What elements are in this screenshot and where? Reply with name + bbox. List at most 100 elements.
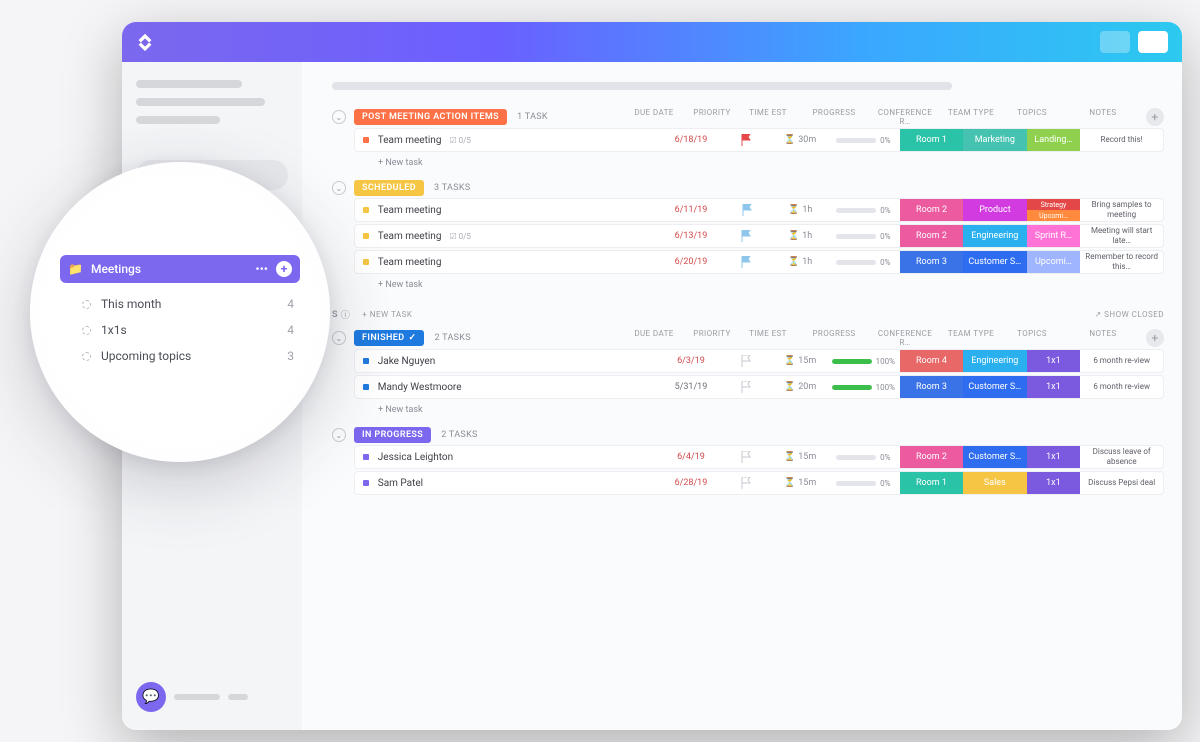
folder-row-meetings[interactable]: 📁 Meetings ••• + bbox=[60, 255, 300, 283]
task-title[interactable]: Mandy Westmoore bbox=[378, 382, 662, 393]
team-type-tag[interactable]: Customer S… bbox=[963, 376, 1026, 398]
progress-cell[interactable]: 0% bbox=[827, 206, 900, 215]
conference-room-tag[interactable]: Room 4 bbox=[900, 350, 963, 372]
progress-cell[interactable]: 0% bbox=[827, 453, 900, 462]
chat-icon[interactable]: 💬 bbox=[136, 682, 166, 712]
team-type-tag[interactable]: Marketing bbox=[963, 129, 1026, 151]
team-type-tag[interactable]: Customer S… bbox=[963, 251, 1026, 273]
priority-flag-icon[interactable] bbox=[720, 355, 774, 367]
collapse-icon[interactable]: ⌄ bbox=[332, 181, 346, 195]
task-row[interactable]: Team meeting 6/11/19 ⏳1h 0% Room 2 Produ… bbox=[354, 198, 1164, 222]
topic-tag[interactable]: Landing… bbox=[1027, 129, 1081, 151]
conference-room-tag[interactable]: Room 1 bbox=[900, 129, 963, 151]
header-button-2[interactable] bbox=[1138, 31, 1168, 53]
due-date[interactable]: 6/11/19 bbox=[662, 205, 719, 215]
priority-flag-icon[interactable] bbox=[720, 204, 774, 216]
time-estimate[interactable]: ⏳30m bbox=[773, 135, 827, 145]
collapse-icon[interactable]: ⌄ bbox=[332, 428, 346, 442]
team-type-tag[interactable]: Customer S… bbox=[963, 446, 1026, 468]
progress-cell[interactable]: 0% bbox=[827, 258, 900, 267]
conference-room-tag[interactable]: Room 2 bbox=[900, 446, 963, 468]
header-button-1[interactable] bbox=[1100, 31, 1130, 53]
status-pill[interactable]: POST MEETING ACTION ITEMS bbox=[354, 109, 507, 125]
due-date[interactable]: 6/4/19 bbox=[662, 452, 719, 462]
folder-list-item[interactable]: Upcoming topics 3 bbox=[60, 343, 300, 369]
task-title[interactable]: Sam Patel bbox=[378, 478, 662, 489]
task-row[interactable]: Team meeting☑ 0/5 6/13/19 ⏳1h 0% Room 2 … bbox=[354, 224, 1164, 248]
task-row[interactable]: Team meeting 6/20/19 ⏳1h 0% Room 3 Custo… bbox=[354, 250, 1164, 274]
progress-cell[interactable]: 0% bbox=[827, 479, 900, 488]
team-type-tag[interactable]: Engineering bbox=[963, 350, 1026, 372]
priority-flag-icon[interactable] bbox=[720, 134, 774, 146]
priority-flag-icon[interactable] bbox=[720, 477, 774, 489]
folder-list-item[interactable]: This month 4 bbox=[60, 291, 300, 317]
task-title[interactable]: Team meeting☑ 0/5 bbox=[378, 135, 662, 146]
time-estimate[interactable]: ⏳1h bbox=[773, 205, 827, 215]
conference-room-tag[interactable]: Room 3 bbox=[900, 251, 963, 273]
more-icon[interactable]: ••• bbox=[255, 262, 268, 276]
task-title[interactable]: Jake Nguyen bbox=[378, 356, 662, 367]
show-closed-button[interactable]: ↗ SHOW CLOSED bbox=[1094, 310, 1164, 319]
status-pill[interactable]: FINISHED bbox=[354, 330, 424, 346]
time-estimate[interactable]: ⏳15m bbox=[773, 452, 827, 462]
due-date[interactable]: 6/20/19 bbox=[662, 257, 719, 267]
new-task-button[interactable]: + New task bbox=[378, 405, 1164, 415]
add-column-button[interactable]: + bbox=[1146, 329, 1164, 347]
progress-cell[interactable]: 100% bbox=[827, 383, 900, 392]
time-estimate[interactable]: ⏳15m bbox=[773, 356, 827, 366]
new-task-button[interactable]: + New task bbox=[378, 158, 1164, 168]
time-estimate[interactable]: ⏳1h bbox=[773, 257, 827, 267]
due-date[interactable]: 6/28/19 bbox=[662, 478, 719, 488]
new-task-button[interactable]: + New task bbox=[378, 280, 1164, 290]
collapse-icon[interactable]: ⌄ bbox=[332, 110, 346, 124]
task-row[interactable]: Jake Nguyen 6/3/19 ⏳15m 100% Room 4 Engi… bbox=[354, 349, 1164, 373]
notes-cell[interactable]: Record this! bbox=[1080, 135, 1163, 145]
task-row[interactable]: Team meeting☑ 0/5 6/18/19 ⏳30m 0% Room 1… bbox=[354, 128, 1164, 152]
topics-cell[interactable]: StrategyUpcomi… bbox=[1027, 199, 1081, 221]
notes-cell[interactable]: Meeting will start late… bbox=[1080, 226, 1163, 245]
topic-tag[interactable]: Strategy bbox=[1027, 199, 1081, 210]
topic-tag[interactable]: 1x1 bbox=[1027, 376, 1081, 398]
subtask-indicator[interactable]: ☑ 0/5 bbox=[449, 232, 470, 241]
conference-room-tag[interactable]: Room 3 bbox=[900, 376, 963, 398]
status-pill[interactable]: IN PROGRESS bbox=[354, 427, 431, 443]
info-icon[interactable]: ⓘ bbox=[341, 308, 351, 321]
conference-room-tag[interactable]: Room 2 bbox=[900, 199, 963, 221]
progress-cell[interactable]: 0% bbox=[827, 136, 900, 145]
due-date[interactable]: 6/18/19 bbox=[662, 135, 719, 145]
topic-tag[interactable]: 1x1 bbox=[1027, 472, 1081, 494]
due-date[interactable]: 6/3/19 bbox=[662, 356, 719, 366]
notes-cell[interactable]: 6 month re-view bbox=[1080, 356, 1163, 366]
task-row[interactable]: Jessica Leighton 6/4/19 ⏳15m 0% Room 2 C… bbox=[354, 445, 1164, 469]
status-pill[interactable]: SCHEDULED bbox=[354, 180, 424, 196]
notes-cell[interactable]: Remember to record this… bbox=[1080, 252, 1163, 271]
task-row[interactable]: Mandy Westmoore 5/31/19 ⏳20m 100% Room 3… bbox=[354, 375, 1164, 399]
time-estimate[interactable]: ⏳1h bbox=[773, 231, 827, 241]
notes-cell[interactable]: Bring samples to meeting bbox=[1080, 200, 1163, 219]
team-type-tag[interactable]: Product bbox=[963, 199, 1026, 221]
notes-cell[interactable]: 6 month re-view bbox=[1080, 382, 1163, 392]
notes-cell[interactable]: Discuss Pepsi deal bbox=[1080, 478, 1163, 488]
topic-tag[interactable]: Sprint R… bbox=[1027, 225, 1081, 247]
add-column-button[interactable]: + bbox=[1146, 108, 1164, 126]
task-title[interactable]: Team meeting☑ 0/5 bbox=[378, 231, 662, 242]
task-title[interactable]: Team meeting bbox=[378, 205, 663, 216]
subtask-indicator[interactable]: ☑ 0/5 bbox=[449, 136, 470, 145]
task-title[interactable]: Jessica Leighton bbox=[378, 452, 662, 463]
task-title[interactable]: Team meeting bbox=[378, 257, 662, 268]
priority-flag-icon[interactable] bbox=[720, 230, 774, 242]
task-row[interactable]: Sam Patel 6/28/19 ⏳15m 0% Room 1 Sales 1… bbox=[354, 471, 1164, 495]
due-date[interactable]: 6/13/19 bbox=[662, 231, 719, 241]
notes-cell[interactable]: Discuss leave of absence bbox=[1080, 447, 1163, 466]
conference-room-tag[interactable]: Room 1 bbox=[900, 472, 963, 494]
add-list-button[interactable]: + bbox=[276, 261, 292, 277]
priority-flag-icon[interactable] bbox=[720, 381, 774, 393]
collapse-icon[interactable]: ⌄ bbox=[332, 331, 346, 345]
due-date[interactable]: 5/31/19 bbox=[662, 382, 719, 392]
conference-room-tag[interactable]: Room 2 bbox=[900, 225, 963, 247]
team-type-tag[interactable]: Engineering bbox=[963, 225, 1026, 247]
time-estimate[interactable]: ⏳15m bbox=[773, 478, 827, 488]
team-type-tag[interactable]: Sales bbox=[963, 472, 1026, 494]
topic-tag[interactable]: Upcomi… bbox=[1027, 251, 1081, 273]
time-estimate[interactable]: ⏳20m bbox=[773, 382, 827, 392]
